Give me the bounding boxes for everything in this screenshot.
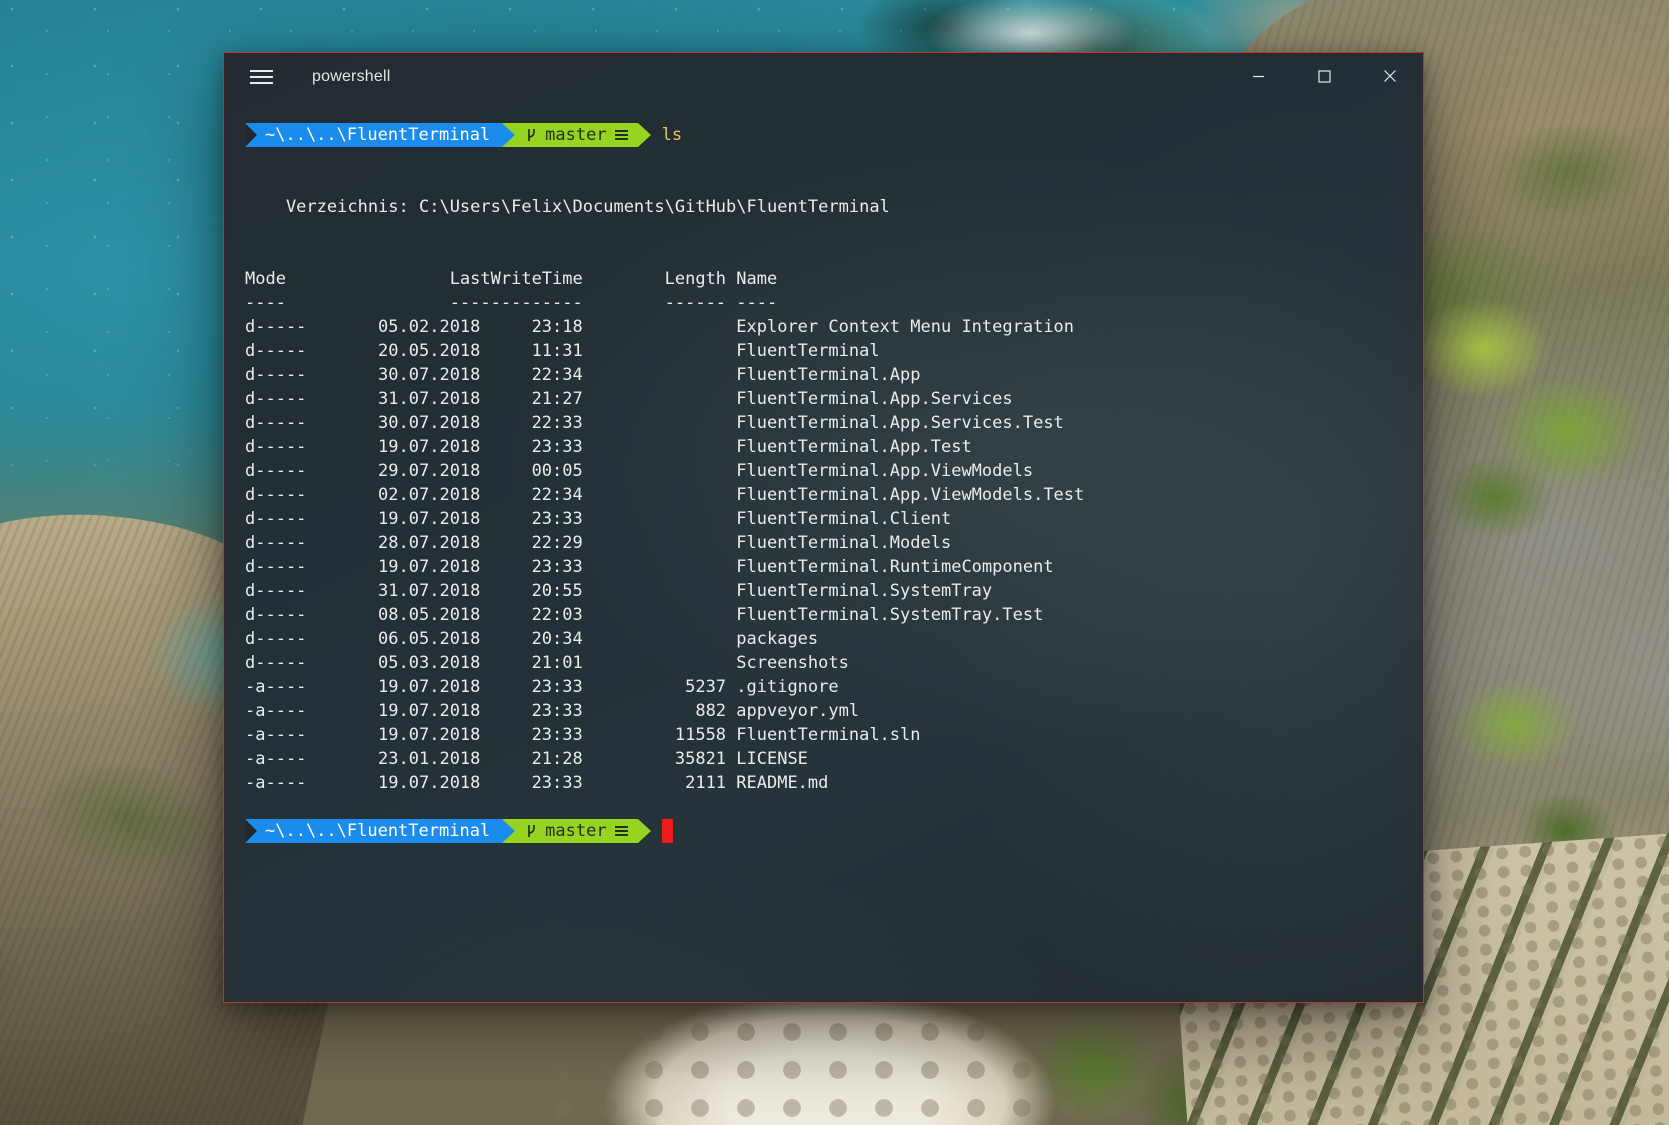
- git-branch-name: master: [545, 123, 606, 147]
- powerline-arrow-icon: [502, 819, 515, 843]
- directory-listing: Verzeichnis: C:\Users\Felix\Documents\Gi…: [245, 147, 1405, 819]
- git-branch-name: master: [545, 819, 606, 843]
- triple-bar-icon: [615, 129, 628, 141]
- prompt-git-segment: master: [515, 819, 637, 843]
- maximize-icon: [1318, 70, 1331, 83]
- window-controls: [1225, 53, 1423, 99]
- minimize-button[interactable]: [1225, 53, 1291, 99]
- prompt-path: ~\..\..\FluentTerminal: [265, 819, 490, 843]
- prompt-line-bottom: ~\..\..\FluentTerminal master: [245, 819, 1405, 843]
- git-branch-icon: [525, 127, 537, 143]
- title-bar[interactable]: powershell: [224, 53, 1423, 101]
- powerline-arrow-icon: [502, 123, 515, 147]
- prompt-git-segment: master: [515, 123, 637, 147]
- powerline-arrow-end-icon: [638, 819, 651, 843]
- close-button[interactable]: [1357, 53, 1423, 99]
- terminal-screen[interactable]: ~\..\..\FluentTerminal master ls Verzeic…: [224, 101, 1423, 1002]
- powerline-arrow-end-icon: [638, 123, 651, 147]
- prompt-path-segment: ~\..\..\FluentTerminal: [245, 819, 502, 843]
- triple-bar-icon: [615, 825, 628, 837]
- typed-command: ls: [662, 123, 682, 147]
- powerline-notch-icon: [245, 123, 257, 147]
- terminal-window: powershell ~\..\..\FluentTerminal master…: [223, 52, 1424, 1003]
- hamburger-icon: [250, 70, 273, 72]
- minimize-icon: [1252, 70, 1265, 83]
- close-icon: [1383, 69, 1397, 83]
- prompt-path-segment: ~\..\..\FluentTerminal: [245, 123, 502, 147]
- prompt-path: ~\..\..\FluentTerminal: [265, 123, 490, 147]
- window-title: powershell: [312, 68, 390, 86]
- wallpaper-green-bushes: [1395, 250, 1669, 580]
- git-branch-icon: [525, 823, 537, 839]
- hamburger-menu-button[interactable]: [250, 70, 273, 84]
- powerline-notch-icon: [245, 819, 257, 843]
- terminal-cursor[interactable]: [662, 819, 673, 843]
- prompt-line-top: ~\..\..\FluentTerminal master ls: [245, 123, 1405, 147]
- maximize-button[interactable]: [1291, 53, 1357, 99]
